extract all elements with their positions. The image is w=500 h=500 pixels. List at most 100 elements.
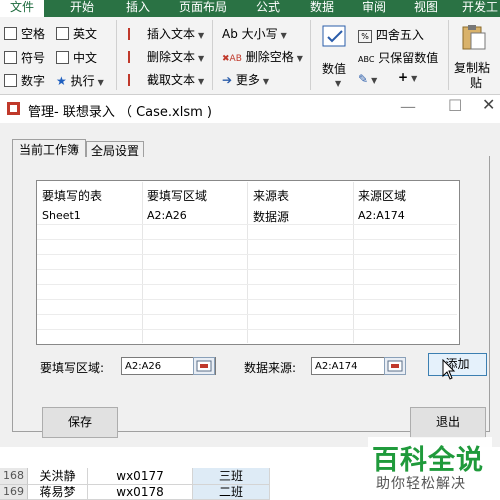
ribbon-divider (212, 20, 213, 90)
ribbon-tab-bar: 文件 开始 插入 页面布局 公式 数据 审阅 视图 开发工 (0, 0, 500, 17)
tab-insert[interactable]: 插入 (118, 0, 158, 17)
grid-header-target-range: 要填写区域 (147, 189, 208, 203)
checkbox-space[interactable]: 空格 (4, 25, 45, 42)
checkbox-icon[interactable] (4, 27, 17, 40)
tab-review[interactable]: 审阅 (356, 0, 392, 17)
source-label: 数据来源: (244, 361, 297, 375)
round-icon: % (358, 30, 372, 43)
delete-text-button[interactable]: 删除文本 ▼ (128, 48, 204, 65)
grid-header-source-sheet: 来源表 (253, 189, 290, 203)
abc-icon: ABC (358, 55, 375, 64)
grid-cell-target-sheet[interactable]: Sheet1 (42, 209, 81, 222)
exit-button[interactable]: 退出 (410, 407, 486, 438)
add-button[interactable]: 添加 (428, 353, 487, 376)
checkbox-icon[interactable] (56, 51, 69, 64)
checkbox-chinese[interactable]: 中文 (56, 49, 97, 66)
minimize-icon[interactable]: — (400, 97, 416, 116)
grid-cell-target-range[interactable]: A2:A26 (147, 209, 187, 222)
case-button[interactable]: Ab 大小写 ▼ (222, 25, 287, 42)
copy-paste-label: 复制粘 (454, 61, 491, 75)
chevron-down-icon: ▼ (411, 74, 418, 83)
id-cell[interactable]: wx0178 (88, 485, 193, 500)
execute-button[interactable]: ★ 执行 ▼ (56, 72, 104, 89)
checkbox-english[interactable]: 英文 (56, 25, 97, 42)
chevron-down-icon: ▼ (262, 77, 270, 86)
tab-home[interactable]: 开始 (62, 0, 102, 17)
tab-current-workbook[interactable]: 当前工作簿 (12, 139, 86, 157)
more-button[interactable]: ➔ 更多 ▼ (222, 71, 269, 88)
grid-row-line (37, 284, 457, 285)
plus-button[interactable]: + ▼ (398, 70, 417, 84)
grid-cell-source-range[interactable]: A2:A174 (358, 209, 405, 222)
number-value-icon (320, 23, 352, 49)
round-button[interactable]: % 四舍五入 (358, 26, 424, 43)
tab-view[interactable]: 视图 (408, 0, 444, 17)
extract-text-icon (128, 74, 144, 86)
dialog-titlebar: 管理- 联想录入 （ Case.xlsm ) — ☐ ✕ (0, 95, 500, 123)
tab-page-layout[interactable]: 页面布局 (174, 0, 232, 17)
tab-data[interactable]: 数据 (304, 0, 340, 17)
mouse-cursor-icon (442, 358, 456, 381)
keep-number-button[interactable]: ABC 只保留数值 (358, 49, 438, 66)
edit-button[interactable]: ✎ ▼ (358, 72, 377, 86)
chevron-down-icon[interactable]: ▼ (332, 75, 341, 89)
chevron-down-icon: ▼ (296, 54, 303, 63)
clipboard-icon (458, 23, 488, 51)
chevron-down-icon: ▼ (371, 76, 378, 85)
grid-divider (142, 182, 143, 343)
more-label: 更多 (235, 73, 260, 87)
tab-developer[interactable]: 开发工 (460, 0, 500, 17)
tab-formulas[interactable]: 公式 (250, 0, 286, 17)
row-header[interactable]: 169 (0, 485, 28, 500)
class-cell[interactable]: 三班 (193, 468, 270, 485)
watermark-subtitle: 助你轻松解决 (376, 476, 466, 492)
ribbon-divider (116, 20, 117, 90)
fill-range-picker-button[interactable] (193, 357, 215, 375)
grid-row-line (37, 314, 457, 315)
checkbox-label: 英文 (73, 27, 98, 41)
checkbox-label: 中文 (73, 51, 98, 65)
checkbox-icon[interactable] (4, 74, 17, 87)
dialog-title: 管理- 联想录入 （ Case.xlsm ) (28, 105, 212, 120)
source-picker-button[interactable] (384, 357, 406, 375)
ribbon-divider (448, 20, 449, 90)
grid-row-line (37, 329, 457, 330)
maximize-icon[interactable]: ☐ (448, 96, 462, 115)
name-cell[interactable]: 关洪静 (28, 468, 88, 485)
tab-current-workbook-label: 当前工作簿 (19, 143, 80, 157)
mapping-grid[interactable]: 要填写的表 要填写区域 来源表 来源区域 Sheet1 A2:A26 数据源 A… (36, 180, 460, 345)
keep-number-label: 只保留数值 (378, 51, 439, 65)
row-header[interactable]: 168 (0, 468, 28, 485)
insert-text-icon (128, 28, 144, 40)
chevron-down-icon: ▼ (280, 31, 287, 40)
checkbox-icon[interactable] (56, 27, 69, 40)
grid-header-source-range: 来源区域 (358, 189, 407, 203)
more-icon: ➔ (222, 73, 233, 87)
grid-cell-source-sheet[interactable]: 数据源 (253, 208, 289, 225)
checkbox-number[interactable]: 数字 (4, 72, 45, 89)
extract-text-button[interactable]: 截取文本 ▼ (128, 71, 204, 88)
plus-label: + (398, 70, 409, 84)
edit-icon: ✎ (358, 72, 369, 86)
tab-global-settings[interactable]: 全局设置 (86, 141, 144, 158)
name-cell[interactable]: 蒋易梦 (28, 485, 88, 500)
chevron-down-icon: ▼ (198, 54, 205, 63)
save-button[interactable]: 保存 (42, 407, 118, 438)
checkbox-label: 空格 (21, 27, 46, 41)
grid-row-line (37, 239, 457, 240)
grid-divider (353, 182, 354, 343)
close-icon[interactable]: ✕ (482, 95, 495, 114)
delete-space-label: 删除空格 (245, 50, 294, 64)
checkbox-symbol[interactable]: 符号 (4, 49, 45, 66)
watermark: 百科全说 助你轻松解决 (368, 437, 492, 493)
chevron-down-icon: ▼ (97, 78, 104, 87)
chevron-down-icon: ▼ (198, 77, 205, 86)
checkbox-label: 符号 (21, 51, 46, 65)
delete-space-button[interactable]: ✖AB 删除空格 ▼ (222, 48, 303, 65)
class-cell[interactable]: 二班 (193, 485, 270, 500)
checkbox-icon[interactable] (4, 51, 17, 64)
insert-text-button[interactable]: 插入文本 ▼ (128, 25, 204, 42)
id-cell[interactable]: wx0177 (88, 468, 193, 485)
insert-text-label: 插入文本 (147, 27, 196, 41)
tab-file[interactable]: 文件 (0, 0, 44, 17)
